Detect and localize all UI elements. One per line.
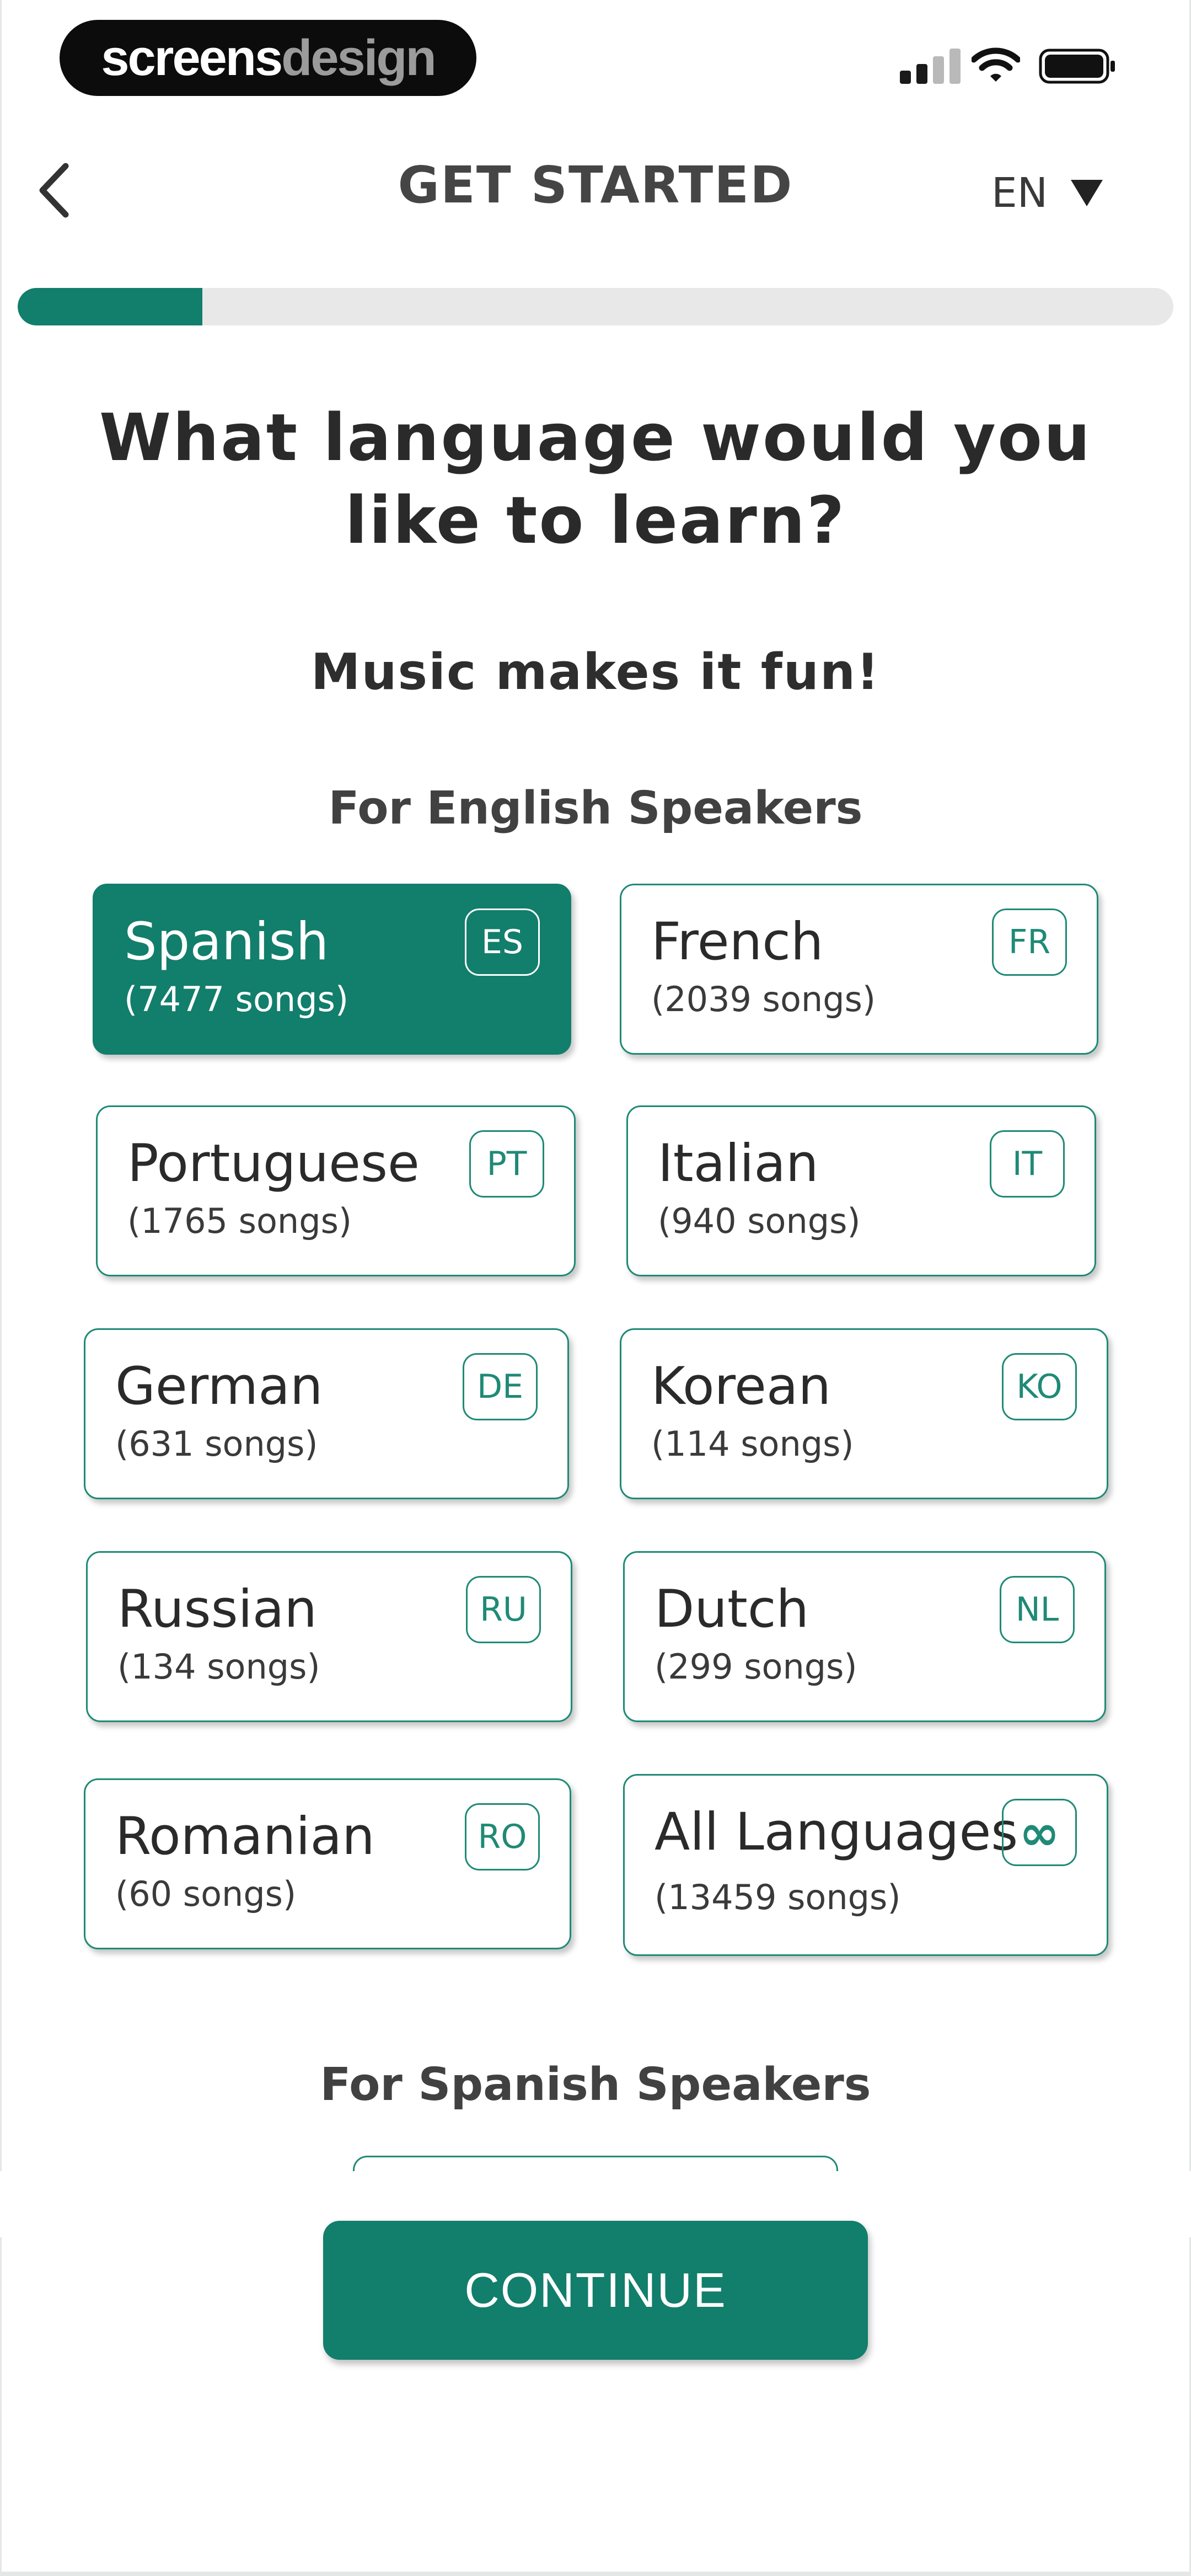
- language-card-german[interactable]: German (631 songs) DE: [84, 1328, 569, 1499]
- interface-language-select[interactable]: EN: [991, 165, 1104, 221]
- language-code-badge: PT: [469, 1130, 544, 1198]
- logo-text-design: design: [281, 29, 436, 86]
- language-code-badge: ES: [465, 908, 540, 976]
- subtitle: Music makes it fun!: [310, 643, 881, 701]
- language-code-badge: RU: [466, 1576, 541, 1643]
- language-card-dutch[interactable]: Dutch (299 songs) NL: [623, 1551, 1106, 1722]
- song-count: (940 songs): [658, 1201, 861, 1241]
- cellular-signal-icon: [900, 49, 961, 84]
- triangle-down-icon: [1071, 180, 1103, 206]
- infinity-icon: ∞: [1002, 1799, 1077, 1866]
- language-name: Russian: [117, 1579, 317, 1639]
- section-heading-english: For English Speakers: [328, 782, 863, 835]
- language-code-badge: FR: [992, 908, 1067, 976]
- song-count: (631 songs): [115, 1424, 318, 1464]
- language-card-french[interactable]: French (2039 songs) FR: [620, 884, 1098, 1055]
- language-name: Romanian: [115, 1807, 375, 1867]
- language-card-korean[interactable]: Korean (114 songs) KO: [620, 1328, 1108, 1499]
- wifi-icon: [972, 47, 1020, 82]
- song-count: (7477 songs): [124, 979, 349, 1019]
- language-card-spanish[interactable]: Spanish (7477 songs) ES: [93, 884, 571, 1055]
- language-name: Dutch: [654, 1579, 809, 1639]
- language-card-romanian[interactable]: Romanian (60 songs) RO: [84, 1778, 571, 1949]
- language-name: Korean: [651, 1356, 831, 1417]
- language-card-italian[interactable]: Italian (940 songs) IT: [626, 1105, 1096, 1276]
- language-code-badge: NL: [1000, 1576, 1075, 1643]
- continue-button[interactable]: CONTINUE: [323, 2221, 868, 2360]
- language-code-badge: RO: [465, 1803, 540, 1870]
- progress-bar-fill: [18, 288, 203, 325]
- language-name: German: [115, 1356, 323, 1417]
- language-code: EN: [991, 169, 1048, 217]
- screensdesign-logo: screens design: [60, 20, 476, 96]
- song-count: (114 songs): [651, 1424, 854, 1464]
- progress-bar: [18, 288, 1173, 325]
- song-count: (60 songs): [115, 1874, 297, 1914]
- bottom-border: [0, 2572, 1191, 2576]
- song-count: (299 songs): [654, 1647, 857, 1687]
- song-count: (1765 songs): [127, 1201, 352, 1241]
- language-name: All Languages: [654, 1802, 1018, 1862]
- language-name: Spanish: [124, 912, 329, 972]
- language-code-badge: IT: [990, 1130, 1065, 1198]
- language-code-badge: DE: [463, 1353, 538, 1420]
- section-heading-spanish: For Spanish Speakers: [320, 2059, 871, 2111]
- song-count: (2039 songs): [651, 979, 876, 1019]
- language-name: Portuguese: [127, 1134, 420, 1194]
- language-card-all-languages[interactable]: All Languages (13459 songs) ∞: [623, 1774, 1108, 1956]
- song-count: (134 songs): [117, 1647, 320, 1687]
- language-name: Italian: [658, 1134, 819, 1194]
- language-card-portuguese[interactable]: Portuguese (1765 songs) PT: [96, 1105, 576, 1276]
- question-heading: What language would you like to learn?: [99, 399, 1092, 558]
- language-card-russian[interactable]: Russian (134 songs) RU: [86, 1551, 572, 1722]
- logo-text-screens: screens: [101, 29, 283, 86]
- language-name: French: [651, 912, 824, 972]
- language-code-badge: KO: [1002, 1353, 1077, 1420]
- song-count: (13459 songs): [654, 1877, 901, 1917]
- battery-icon: [1039, 49, 1115, 84]
